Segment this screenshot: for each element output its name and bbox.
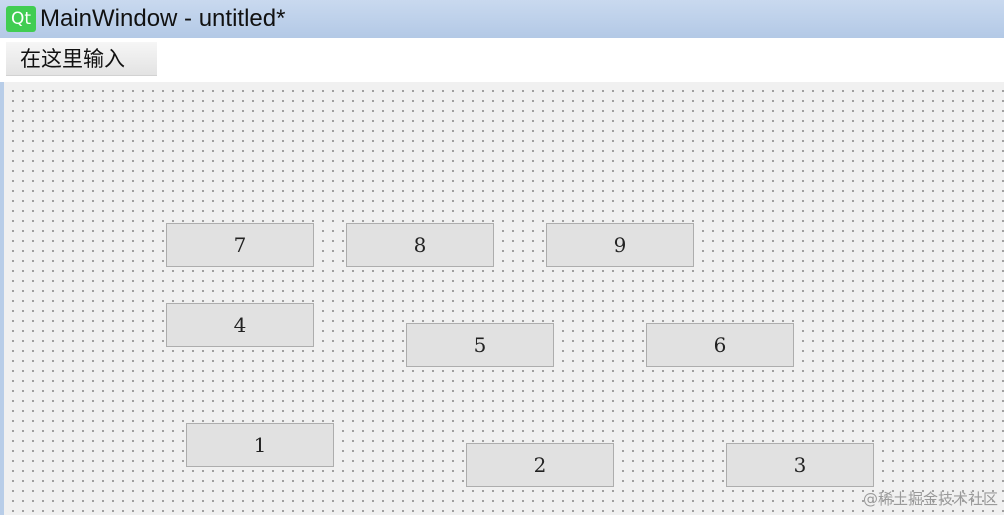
qt-logo-icon: Qt [6, 6, 36, 32]
button-6[interactable]: 6 [646, 323, 794, 367]
button-3[interactable]: 3 [726, 443, 874, 487]
button-5[interactable]: 5 [406, 323, 554, 367]
button-7[interactable]: 7 [166, 223, 314, 267]
button-2[interactable]: 2 [466, 443, 614, 487]
watermark-text: @稀土掘金技术社区 [862, 490, 998, 508]
form-grid-canvas[interactable]: 7 8 9 4 5 6 1 2 3 @稀土掘金技术社区 [4, 82, 1004, 515]
title-bar: Qt MainWindow - untitled* [0, 0, 1004, 38]
button-1[interactable]: 1 [186, 423, 334, 467]
window-title: MainWindow - untitled* [40, 5, 286, 32]
designer-main-window: Qt MainWindow - untitled* 在这里输入 7 8 9 4 … [0, 0, 1004, 515]
button-9[interactable]: 9 [546, 223, 694, 267]
button-4[interactable]: 4 [166, 303, 314, 347]
button-8[interactable]: 8 [346, 223, 494, 267]
menu-type-here-entry[interactable]: 在这里输入 [6, 42, 157, 76]
menu-bar: 在这里输入 [0, 38, 1004, 82]
